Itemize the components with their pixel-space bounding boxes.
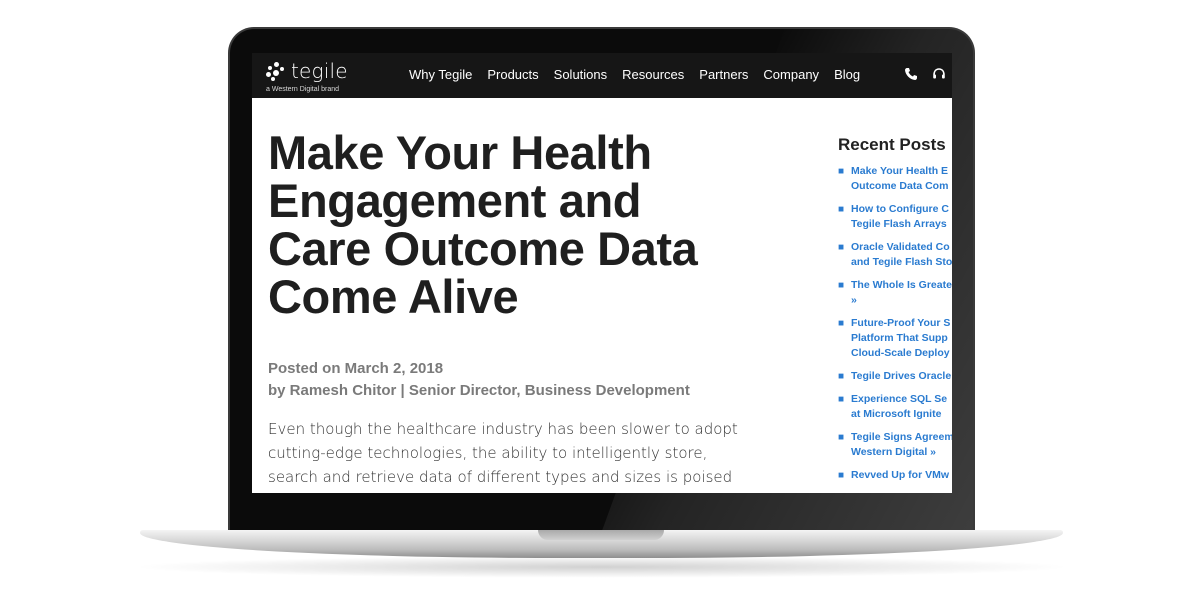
recent-post-link[interactable]: » <box>851 293 952 308</box>
bullet-icon: ■ <box>838 280 845 291</box>
recent-post-link[interactable]: Oracle Validated Co <box>851 240 952 255</box>
list-item: ■ Make Your Health E Outcome Data Com <box>838 164 952 194</box>
list-item: ■ Future-Proof Your S Platform That Supp… <box>838 316 952 361</box>
recent-post-link[interactable]: Experience SQL Se <box>851 392 952 407</box>
list-item: ■ Oracle Validated Co and Tegile Flash S… <box>838 240 952 270</box>
nav-why-tegile[interactable]: Why Tegile <box>409 67 472 82</box>
bullet-icon: ■ <box>838 204 845 215</box>
bullet-icon: ■ <box>838 371 845 382</box>
logo-text: tegile <box>291 59 348 83</box>
laptop-screen: tegile a Western Digital brand Why Tegil… <box>252 53 952 493</box>
recent-post-link[interactable]: Future-Proof Your S <box>851 316 952 331</box>
bullet-icon: ■ <box>838 166 845 177</box>
bullet-icon: ■ <box>838 318 845 329</box>
recent-post-link[interactable]: Outcome Data Com <box>851 179 952 194</box>
list-item: ■ Tegile Drives Oracle <box>838 369 952 384</box>
sidebar-title: Recent Posts <box>838 135 946 154</box>
article-title: Make Your Health Engagement and Care Out… <box>268 126 698 323</box>
tegile-logo[interactable]: tegile a Western Digital brand <box>266 59 356 95</box>
list-item: ■ Revved Up for VMw <box>838 468 952 483</box>
phone-icon[interactable] <box>904 67 918 81</box>
recent-post-link[interactable]: Make Your Health E <box>851 164 952 179</box>
headset-icon[interactable] <box>932 67 946 81</box>
list-item: ■ How to Configure C Tegile Flash Arrays <box>838 202 952 232</box>
recent-post-link[interactable]: The Whole Is Greate <box>851 278 952 293</box>
recent-posts-sidebar: Recent Posts ■ Make Your Health E Outcom… <box>838 135 952 491</box>
recent-post-link[interactable]: Tegile Signs Agreem <box>851 430 952 445</box>
bullet-icon: ■ <box>838 470 845 481</box>
bullet-icon: ■ <box>838 432 845 443</box>
nav-resources[interactable]: Resources <box>622 67 684 82</box>
recent-post-link[interactable]: Cloud-Scale Deploy <box>851 346 952 361</box>
nav-company[interactable]: Company <box>763 67 819 82</box>
recent-post-link[interactable]: Platform That Supp <box>851 331 952 346</box>
nav-blog[interactable]: Blog <box>834 67 860 82</box>
post-date: Posted on March 2, 2018 <box>268 360 444 377</box>
laptop-base-notch <box>538 530 664 540</box>
bullet-icon: ■ <box>838 394 845 405</box>
list-item: ■ Experience SQL Se at Microsoft Ignite <box>838 392 952 422</box>
laptop-shadow <box>130 556 1073 578</box>
nav-products[interactable]: Products <box>487 67 538 82</box>
post-author: by Ramesh Chitor | Senior Director, Busi… <box>268 382 690 399</box>
logo-tagline: a Western Digital brand <box>266 86 340 93</box>
recent-posts-list: ■ Make Your Health E Outcome Data Com ■ … <box>838 164 952 483</box>
list-item: ■ The Whole Is Greate » <box>838 278 952 308</box>
bullet-icon: ■ <box>838 242 845 253</box>
recent-post-link[interactable]: and Tegile Flash Sto <box>851 255 952 270</box>
recent-post-link[interactable]: Tegile Flash Arrays <box>851 217 952 232</box>
recent-post-link[interactable]: Tegile Drives Oracle <box>851 369 952 384</box>
recent-post-link[interactable]: at Microsoft Ignite <box>851 407 952 422</box>
nav-partners[interactable]: Partners <box>699 67 748 82</box>
nav-solutions[interactable]: Solutions <box>554 67 607 82</box>
article-body: Even though the healthcare industry has … <box>268 420 738 493</box>
site-header: tegile a Western Digital brand Why Tegil… <box>252 53 952 98</box>
header-icons <box>904 67 952 81</box>
recent-post-link[interactable]: Revved Up for VMw <box>851 468 952 483</box>
list-item: ■ Tegile Signs Agreem Western Digital » <box>838 430 952 460</box>
recent-post-link[interactable]: Western Digital » <box>851 445 952 460</box>
logo-dots-icon <box>266 62 288 82</box>
recent-post-link[interactable]: How to Configure C <box>851 202 952 217</box>
article-meta: Posted on March 2, 2018 by Ramesh Chitor… <box>268 358 690 402</box>
main-nav: Why Tegile Products Solutions Resources … <box>409 67 875 82</box>
